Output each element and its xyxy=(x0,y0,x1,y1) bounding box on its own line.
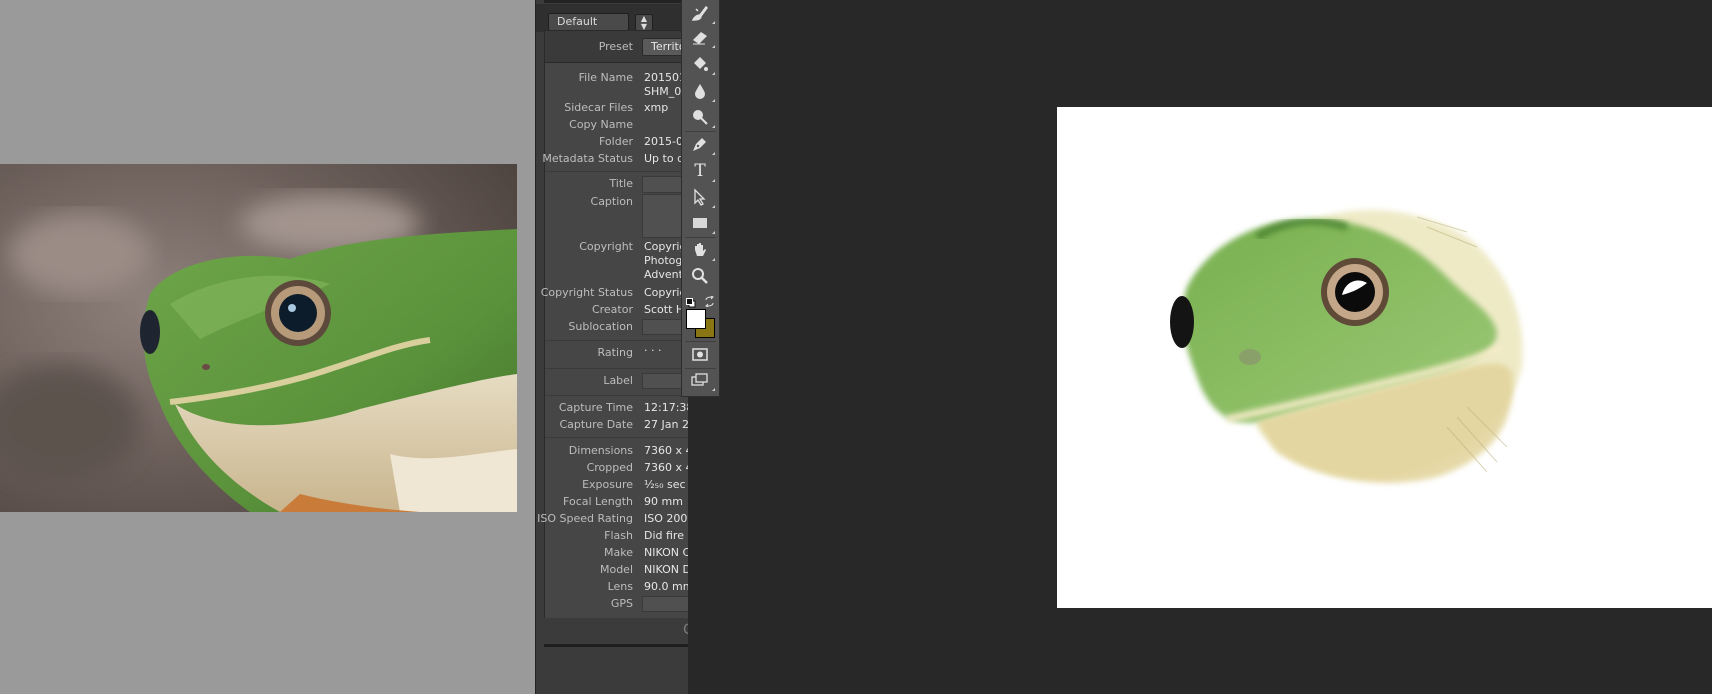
pen-tool[interactable] xyxy=(690,134,715,155)
field-label-exposure: Exposure xyxy=(582,478,633,491)
frog-painting xyxy=(1170,210,1523,483)
field-label-copy-name: Copy Name xyxy=(569,118,633,131)
field-value-creator[interactable]: Scott H xyxy=(644,303,684,316)
rectangle-icon xyxy=(693,218,707,228)
field-value-capture-time[interactable]: 12:17:38 xyxy=(644,401,689,414)
brush-tool[interactable] xyxy=(690,3,715,24)
field-label-label: Label xyxy=(603,374,633,387)
eraser-icon xyxy=(693,32,707,45)
paint-bucket-tool[interactable] xyxy=(690,54,715,75)
section-divider xyxy=(545,340,689,341)
metadata-fields: Preset Territo File Name 2015012 SHM_0 S… xyxy=(537,30,689,619)
field-label-caption: Caption xyxy=(590,195,633,208)
metadata-header: Default ▲ ▼ xyxy=(536,4,689,32)
default-colors-button[interactable] xyxy=(686,293,696,308)
quick-mask-icon xyxy=(692,348,708,361)
field-label-copyright: Copyright xyxy=(579,240,633,253)
field-label-creator: Creator xyxy=(591,303,633,316)
foreground-color-swatch[interactable] xyxy=(686,309,706,329)
field-label-capture-date: Capture Date xyxy=(559,418,633,431)
path-selection-tool[interactable] xyxy=(690,187,715,208)
brush-icon xyxy=(691,5,708,21)
hand-tool[interactable] xyxy=(690,240,715,261)
field-label-sidecar-files: Sidecar Files xyxy=(564,101,633,114)
gps-field[interactable] xyxy=(642,596,689,612)
field-value-sidecar-files: xmp xyxy=(644,101,669,114)
field-value-flash: Did fire xyxy=(644,529,684,542)
field-value-cropped: 7360 x 49 xyxy=(644,461,689,474)
tools-panel: T xyxy=(681,0,720,397)
blur-icon xyxy=(695,84,705,99)
preset-row: Preset Territo xyxy=(545,31,689,63)
field-value-exposure: ¹⁄₂₅₀ sec xyxy=(644,478,686,491)
frog-photo-image xyxy=(0,164,517,512)
swap-colors-button[interactable] xyxy=(704,292,715,308)
dodge-icon xyxy=(693,110,708,125)
field-label-dimensions: Dimensions xyxy=(568,444,633,457)
field-label-make: Make xyxy=(604,546,633,559)
metadata-view-label: Default xyxy=(557,15,598,28)
preset-label: Preset xyxy=(598,40,633,53)
field-label-flash: Flash xyxy=(604,529,633,542)
field-value-focal-length: 90 mm xyxy=(644,495,683,508)
type-tool[interactable]: T xyxy=(690,161,715,182)
paint-bucket-icon xyxy=(694,57,708,71)
field-label-gps: GPS xyxy=(610,597,633,610)
metadata-panel: Default ▲ ▼ Preset Territo File Name 2015… xyxy=(535,0,689,694)
panel-footer xyxy=(536,618,689,658)
field-value-model: NIKON D xyxy=(644,563,689,576)
section-divider xyxy=(545,368,689,369)
frog-photo[interactable] xyxy=(0,164,517,512)
type-icon: T xyxy=(694,161,706,181)
field-value-make: NIKON C xyxy=(644,546,689,559)
field-label-iso: ISO Speed Rating xyxy=(537,512,633,525)
field-label-file-name: File Name xyxy=(578,71,633,84)
field-value-lens: 90.0 mm xyxy=(644,580,689,593)
panel-footer-divider xyxy=(544,644,689,647)
dodge-tool[interactable] xyxy=(690,107,715,128)
section-divider xyxy=(545,171,689,172)
screen-mode-icon xyxy=(691,373,708,386)
section-divider xyxy=(545,437,689,438)
pen-icon xyxy=(693,138,706,151)
eraser-tool[interactable] xyxy=(690,27,715,48)
field-label-metadata-status: Metadata Status xyxy=(542,152,633,165)
field-value-copyright-line2[interactable]: Photog xyxy=(644,254,682,267)
panel-top-divider xyxy=(544,0,689,3)
field-value-file-name-line2[interactable]: SHM_0 xyxy=(644,85,681,98)
field-label-capture-time: Capture Time xyxy=(558,401,633,414)
field-label-sublocation: Sublocation xyxy=(568,320,633,333)
section-divider xyxy=(545,395,689,396)
field-value-iso: ISO 200 xyxy=(644,512,688,525)
field-value-capture-date[interactable]: 27 Jan 20 xyxy=(644,418,689,431)
default-colors-icon xyxy=(686,298,696,308)
field-label-title: Title xyxy=(609,177,633,190)
rectangle-tool[interactable] xyxy=(690,213,715,234)
field-label-cropped: Cropped xyxy=(586,461,633,474)
field-label-focal-length: Focal Length xyxy=(563,495,633,508)
document-canvas[interactable] xyxy=(1057,107,1712,608)
field-label-model: Model xyxy=(599,563,633,576)
hand-icon xyxy=(695,243,706,256)
zoom-icon xyxy=(692,268,708,284)
blur-tool[interactable] xyxy=(690,81,715,102)
rating-stars[interactable]: · · · xyxy=(644,344,661,357)
field-label-lens: Lens xyxy=(607,580,633,593)
path-selection-icon xyxy=(694,188,706,206)
field-value-copyright-line3[interactable]: Advent xyxy=(644,268,683,281)
quick-mask-button[interactable] xyxy=(690,344,710,364)
screen-mode-button[interactable] xyxy=(690,370,715,391)
field-label-copyright-status: Copyright Status xyxy=(540,286,633,299)
swap-colors-icon xyxy=(705,295,714,308)
field-label-folder: Folder xyxy=(599,135,633,148)
field-label-rating: Rating xyxy=(597,346,633,359)
zoom-tool[interactable] xyxy=(690,266,710,286)
lightroom-loupe-canvas xyxy=(0,0,535,694)
field-value-metadata-status[interactable]: Up to d xyxy=(644,152,684,165)
metadata-view-dropdown[interactable]: Default ▲ ▼ xyxy=(548,13,653,32)
field-value-dimensions: 7360 x 49 xyxy=(644,444,689,457)
